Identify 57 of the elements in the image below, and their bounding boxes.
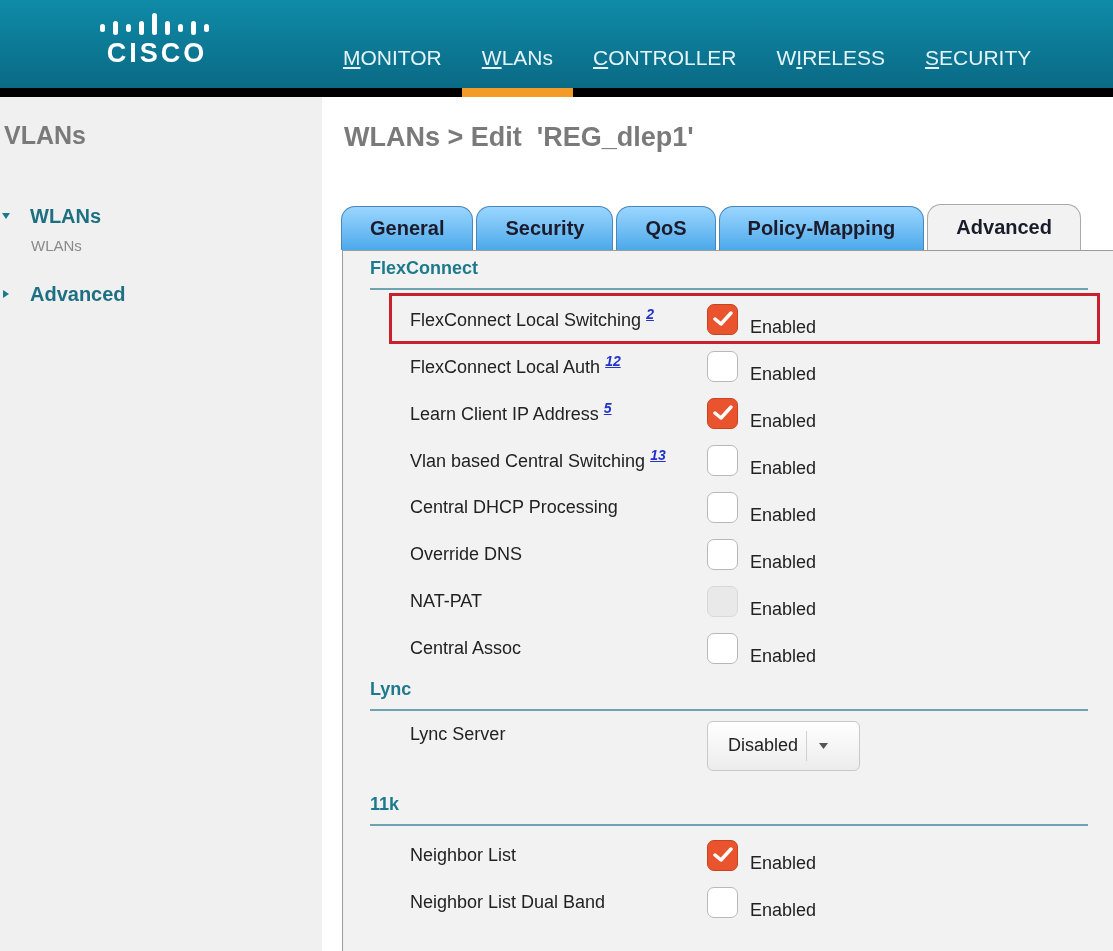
tab[interactable]: Advanced xyxy=(927,203,1081,250)
section-heading: 11k xyxy=(370,792,401,816)
tab[interactable]: QoS xyxy=(616,205,716,250)
footnote-link[interactable]: 13 xyxy=(650,447,666,463)
checkbox[interactable] xyxy=(707,886,738,918)
setting-label: Neighbor List xyxy=(410,843,518,867)
setting-label: Learn Client IP Address $^{5}$ xyxy=(410,399,613,426)
logo-text: CISCO xyxy=(106,40,208,67)
setting-label: FlexConnect Local Switching $^{2}$ xyxy=(410,305,655,332)
tab[interactable]: Policy-Mapping xyxy=(718,205,925,250)
page-title: WLANs > Edit 'REG_dlep1' xyxy=(344,121,695,154)
footnote-link[interactable]: 5 xyxy=(603,400,612,416)
nav-tab[interactable]: CONTROLLER xyxy=(573,0,757,97)
checkbox[interactable] xyxy=(707,632,738,664)
checkbox[interactable] xyxy=(707,350,738,382)
setting-label: Lync Server xyxy=(410,722,507,746)
setting-label: Central DHCP Processing xyxy=(410,495,619,519)
tab[interactable]: Security xyxy=(476,205,614,250)
setting-label: Override DNS xyxy=(410,542,524,566)
option-label: Enabled xyxy=(750,851,817,875)
option-label: Enabled xyxy=(750,644,817,668)
footnote-link[interactable]: 2 xyxy=(646,306,654,322)
option-label: Enabled xyxy=(750,503,817,527)
checkbox[interactable] xyxy=(707,491,738,523)
option-label: Enabled xyxy=(750,550,817,574)
option-label: Enabled xyxy=(750,597,817,621)
checkbox[interactable] xyxy=(707,303,738,335)
setting-label: Central Assoc xyxy=(410,636,523,660)
setting-label: Neighbor List Dual Band xyxy=(410,890,607,914)
option-label: Enabled xyxy=(750,456,817,480)
caret-icon xyxy=(819,742,829,749)
checkbox[interactable] xyxy=(707,397,738,429)
nav-tab[interactable]: MONITOR xyxy=(323,0,462,97)
footnote-link[interactable]: 12 xyxy=(605,353,621,369)
checkmark-icon xyxy=(712,847,733,863)
option-label: Enabled xyxy=(750,409,817,433)
nav-tab[interactable]: SECURITY xyxy=(905,0,1052,97)
checkbox[interactable] xyxy=(707,444,738,476)
dropdown[interactable]: Disabled xyxy=(707,720,860,771)
checkbox[interactable] xyxy=(707,839,738,871)
section-heading: Lync xyxy=(370,677,413,701)
nav-tab[interactable]: WIRELESS xyxy=(756,0,906,97)
sidebar-title: VLANs xyxy=(4,120,87,151)
setting-label: NAT-PAT xyxy=(410,589,483,613)
tab[interactable]: General xyxy=(341,205,474,250)
checkmark-icon xyxy=(712,405,733,421)
checkmark-icon xyxy=(712,311,733,327)
section-heading: FlexConnect xyxy=(370,256,480,280)
option-label: Enabled xyxy=(750,898,817,922)
setting-label: Vlan based Central Switching $^{13}$ xyxy=(410,446,667,473)
sidebar-item[interactable]: Advanced xyxy=(30,279,126,309)
nav-tab[interactable]: WLANs xyxy=(461,0,573,97)
option-label: Enabled xyxy=(750,315,817,339)
checkbox[interactable] xyxy=(707,538,738,570)
option-label: Enabled xyxy=(750,362,817,386)
setting-label: FlexConnect Local Auth $^{12}$ xyxy=(410,352,622,379)
sidebar-item[interactable]: WLANs xyxy=(30,200,102,231)
